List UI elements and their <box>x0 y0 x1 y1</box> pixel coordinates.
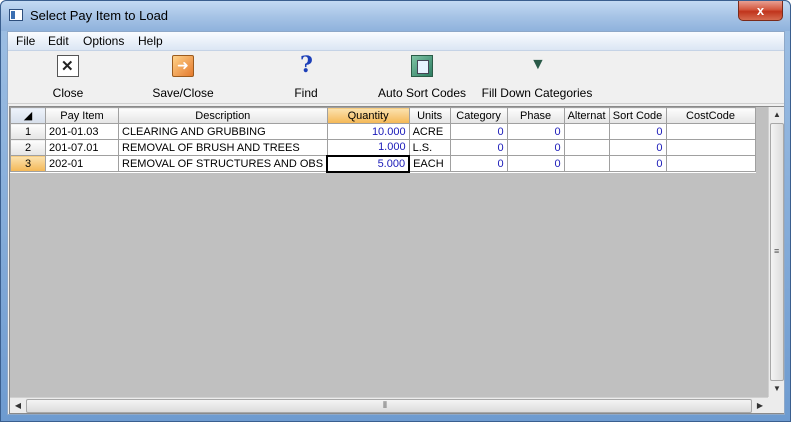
cell-costcode[interactable] <box>665 155 756 172</box>
select-pay-item-window: Select Pay Item to Load x File Edit Opti… <box>0 0 791 422</box>
cell-costcode[interactable] <box>665 139 756 156</box>
menu-edit[interactable]: Edit <box>48 34 69 48</box>
toolbar: Close Save/Close Find Auto Sort Codes Fi… <box>8 52 784 104</box>
cell-pay-item[interactable]: 201-07.01 <box>45 139 119 156</box>
cell-units[interactable]: EACH <box>408 155 451 172</box>
col-header-units[interactable]: Units <box>408 107 451 124</box>
grip-icon: ≡ <box>774 246 780 256</box>
cell-phase[interactable]: 0 <box>506 123 565 140</box>
window-close-button[interactable]: x <box>738 1 783 21</box>
cell-description[interactable]: CLEARING AND GRUBBING <box>118 123 328 140</box>
col-header-alternat[interactable]: Alternat <box>563 107 610 124</box>
row-number[interactable]: 2 <box>10 139 46 156</box>
cell-quantity[interactable]: 10.000 <box>326 123 410 140</box>
pay-item-grid: ◢ Pay Item Description Quantity Units Ca… <box>9 106 784 414</box>
cell-sort-code[interactable]: 0 <box>608 139 667 156</box>
save-close-label: Save/Close <box>152 86 214 100</box>
vertical-scrollbar[interactable]: ▲ ≡ ▼ <box>768 107 784 397</box>
col-header-quantity[interactable]: Quantity <box>326 107 410 124</box>
col-header-category[interactable]: Category <box>449 107 508 124</box>
grip-icon: ⦀ <box>383 400 387 410</box>
cell-category[interactable]: 0 <box>449 139 508 156</box>
find-label: Find <box>294 86 318 100</box>
cell-units[interactable]: L.S. <box>408 139 451 156</box>
menu-options[interactable]: Options <box>83 34 124 48</box>
col-header-sort-code[interactable]: Sort Code <box>608 107 667 124</box>
col-header-costcode[interactable]: CostCode <box>665 107 756 124</box>
col-header-description[interactable]: Description <box>118 107 328 124</box>
menu-help[interactable]: Help <box>138 34 163 48</box>
horizontal-scroll-thumb[interactable]: ⦀ <box>26 399 752 413</box>
cell-quantity[interactable]: 1.000 <box>326 139 410 156</box>
cell-sort-code[interactable]: 0 <box>608 155 667 172</box>
cell-alternat[interactable] <box>563 155 610 172</box>
app-icon <box>9 9 23 21</box>
scroll-down-arrow-icon[interactable]: ▼ <box>769 381 785 397</box>
col-header-pay-item[interactable]: Pay Item <box>45 107 119 124</box>
col-header-phase[interactable]: Phase <box>506 107 565 124</box>
cell-phase[interactable]: 0 <box>506 139 565 156</box>
find-button[interactable]: Find <box>288 52 324 100</box>
select-all-corner[interactable]: ◢ <box>10 107 46 124</box>
auto-sort-label: Auto Sort Codes <box>377 86 467 100</box>
row-number[interactable]: 3 <box>10 155 46 172</box>
table-row[interactable]: 2 201-07.01 REMOVAL OF BRUSH AND TREES 1… <box>10 139 756 156</box>
menu-bar: File Edit Options Help <box>8 32 784 51</box>
scrollbar-corner <box>768 397 784 413</box>
cell-sort-code[interactable]: 0 <box>608 123 667 140</box>
cell-alternat[interactable] <box>563 139 610 156</box>
auto-sort-codes-button[interactable]: Auto Sort Codes <box>376 55 468 100</box>
scroll-right-arrow-icon[interactable]: ▶ <box>752 398 768 414</box>
cell-pay-item[interactable]: 202-01 <box>45 155 119 172</box>
close-button[interactable]: Close <box>48 55 88 100</box>
menu-file[interactable]: File <box>16 34 35 48</box>
cell-description[interactable]: REMOVAL OF BRUSH AND TREES <box>118 139 328 156</box>
cell-alternat[interactable] <box>563 123 610 140</box>
cell-costcode[interactable] <box>665 123 756 140</box>
vertical-scroll-thumb[interactable]: ≡ <box>770 123 784 381</box>
close-label: Close <box>52 86 84 100</box>
header-row: ◢ Pay Item Description Quantity Units Ca… <box>10 107 756 124</box>
close-icon <box>57 55 79 77</box>
fill-down-icon <box>526 55 548 77</box>
title-bar[interactable]: Select Pay Item to Load x <box>1 1 790 31</box>
question-mark-icon <box>295 52 317 78</box>
cell-units[interactable]: ACRE <box>408 123 451 140</box>
window-title: Select Pay Item to Load <box>30 8 169 23</box>
save-close-button[interactable]: Save/Close <box>148 55 218 100</box>
table-row[interactable]: 1 201-01.03 CLEARING AND GRUBBING 10.000… <box>10 123 756 140</box>
save-close-icon <box>172 55 194 77</box>
auto-sort-icon <box>411 55 433 77</box>
scroll-up-arrow-icon[interactable]: ▲ <box>769 107 785 123</box>
fill-down-categories-button[interactable]: Fill Down Categories <box>481 55 593 100</box>
fill-down-label: Fill Down Categories <box>481 86 593 100</box>
table-row[interactable]: 3 202-01 REMOVAL OF STRUCTURES AND OBS 5… <box>10 154 756 173</box>
cell-category[interactable]: 0 <box>449 155 508 172</box>
cell-category[interactable]: 0 <box>449 123 508 140</box>
cell-pay-item[interactable]: 201-01.03 <box>45 123 119 140</box>
client-area: File Edit Options Help Close Save/Close … <box>7 31 785 415</box>
cell-quantity-active[interactable]: 5.000 <box>326 154 411 173</box>
cell-description[interactable]: REMOVAL OF STRUCTURES AND OBS <box>118 155 328 172</box>
pay-item-table: ◢ Pay Item Description Quantity Units Ca… <box>10 107 756 173</box>
row-number[interactable]: 1 <box>10 123 46 140</box>
cell-phase[interactable]: 0 <box>506 155 565 172</box>
horizontal-scrollbar[interactable]: ◀ ⦀ ▶ <box>10 397 768 413</box>
scroll-left-arrow-icon[interactable]: ◀ <box>10 398 26 414</box>
